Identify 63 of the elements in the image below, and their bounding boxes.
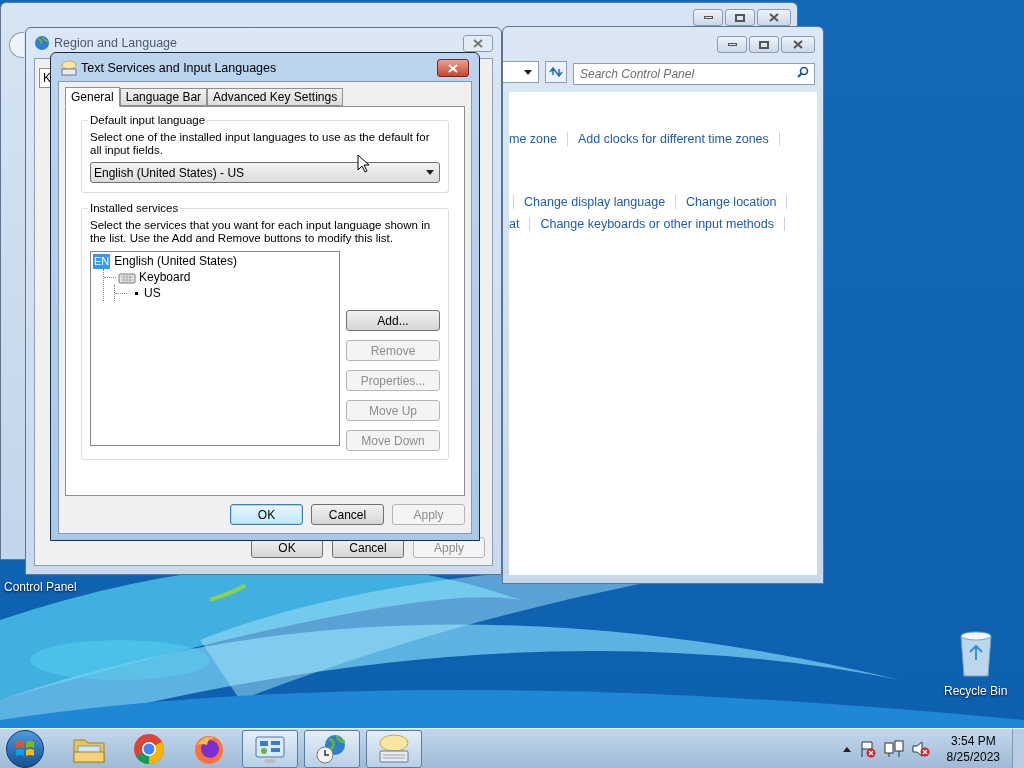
task-link[interactable]: Change display language: [524, 192, 666, 212]
taskbar-button[interactable]: [304, 729, 360, 768]
windows-logo-icon: [15, 738, 35, 759]
dropdown-arrow-icon: [426, 170, 434, 175]
close-button[interactable]: [781, 36, 815, 53]
close-button[interactable]: [757, 9, 791, 26]
group-heading: Default input language: [88, 113, 208, 127]
search-icon: [797, 66, 809, 78]
dropdown-arrow-icon: [524, 69, 532, 75]
keyboard-bubble-icon: [377, 733, 411, 764]
keyboard-bubble-icon: [61, 60, 77, 76]
push-button[interactable]: Add...: [346, 310, 440, 331]
language-badge: EN: [93, 253, 111, 269]
task-link[interactable]: at: [509, 214, 520, 234]
minimize-button[interactable]: [693, 9, 723, 26]
tab[interactable]: General: [65, 87, 120, 107]
network-icon[interactable]: [883, 739, 904, 758]
tab[interactable]: Advanced Key Settings: [207, 88, 344, 106]
flag-error-icon[interactable]: [858, 739, 877, 758]
mouse-cursor-icon: [357, 154, 369, 173]
desktop-icon-label[interactable]: Control Panel: [4, 578, 77, 596]
taskbar-button[interactable]: [366, 729, 422, 768]
control-panel-icon: [254, 733, 286, 764]
desktop-icon-label[interactable]: Recycle Bin: [944, 682, 1008, 700]
push-button[interactable]: Cancel: [311, 504, 384, 525]
push-button[interactable]: OK: [230, 504, 303, 525]
keyboard-icon: [118, 270, 136, 284]
start-button[interactable]: [6, 729, 44, 768]
task-link[interactable]: Add clocks for different time zones: [577, 130, 769, 149]
task-link[interactable]: Change keyboards or other input methods: [540, 214, 774, 234]
close-icon: [769, 13, 779, 22]
description: Select one of the installed input languages to use as the default for all input fields.: [90, 131, 431, 157]
group-heading: Installed services: [88, 201, 181, 215]
description: Select the services that you want for each input language shown in the list. Use the Add and Remove buttons to modify this list.: [90, 219, 432, 245]
search-field[interactable]: Search Control Panel: [573, 63, 815, 85]
window-title: Text Services and Input Languages: [81, 59, 277, 77]
services-tree[interactable]: EN English (United States) Keyboard US: [90, 251, 340, 446]
globe-icon: [34, 35, 50, 51]
maximize-button[interactable]: [749, 36, 779, 53]
refresh-icon: [549, 66, 563, 78]
clock-date[interactable]: 8/25/2023: [946, 748, 1000, 765]
task-link[interactable]: me zone: [509, 130, 557, 149]
tab[interactable]: Language Bar: [119, 88, 208, 106]
window-title: Region and Language: [54, 34, 178, 52]
browser-icon: [133, 732, 165, 765]
task-link[interactable]: Change location: [686, 192, 777, 212]
show-desktop-button[interactable]: [1012, 728, 1024, 768]
maximize-button[interactable]: [725, 9, 755, 26]
language-dropdown[interactable]: English (United States) - US: [90, 162, 440, 183]
bullet-icon: [135, 291, 138, 295]
tree-item[interactable]: English (United States): [114, 252, 237, 270]
minimize-button[interactable]: [717, 36, 747, 53]
close-icon: [793, 40, 803, 49]
tree-item[interactable]: US: [144, 284, 161, 302]
refresh-button[interactable]: [545, 61, 567, 83]
taskbar-button[interactable]: [242, 729, 298, 768]
speaker-muted-icon[interactable]: [910, 739, 931, 758]
address-bar[interactable]: [503, 61, 539, 83]
tree-item[interactable]: Keyboard: [139, 268, 191, 286]
clock-time[interactable]: 3:54 PM: [950, 732, 996, 749]
close-icon: [473, 38, 483, 48]
close-button[interactable]: [437, 59, 469, 77]
close-icon: [448, 63, 458, 73]
